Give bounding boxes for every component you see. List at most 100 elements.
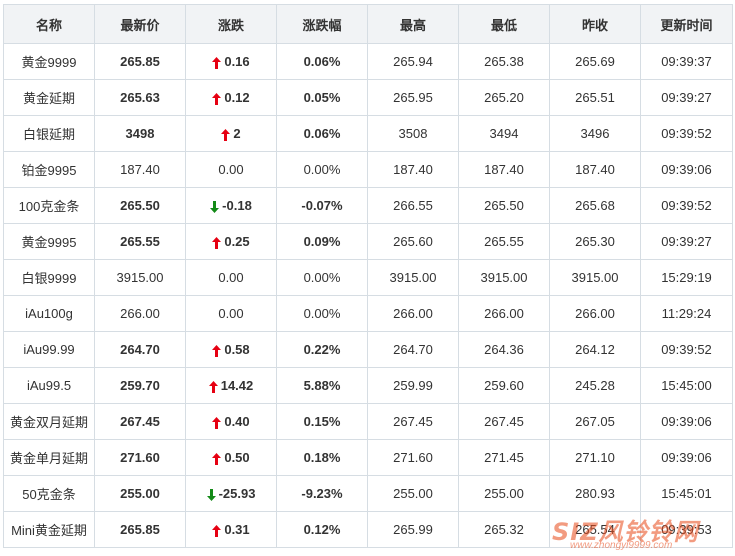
- cell-change-text: -0.18: [222, 198, 252, 213]
- cell-name-text: 黄金单月延期: [9, 451, 88, 466]
- arrow-up-icon: [221, 128, 231, 141]
- table-row[interactable]: 50克金条 255.00 -25.93 -9.23% 255.00 255.00 280.9…: [3, 475, 733, 512]
- cell-name[interactable]: 黄金双月延期: [3, 403, 95, 440]
- cell-latest-text: 3498: [125, 126, 155, 141]
- cell-prev-close: 266.00: [549, 295, 641, 332]
- cell-pct-text: 0.00%: [303, 270, 341, 285]
- cell-low: 259.60: [458, 367, 550, 404]
- table-row[interactable]: Mini黄金延期 265.85 0.31 0.12% 265.99 265.32 265.5…: [3, 511, 733, 548]
- table-row[interactable]: 黄金双月延期 267.45 0.40 0.15% 267.45 267.45 267.05 0…: [3, 403, 733, 440]
- cell-change: 0.31: [185, 511, 277, 548]
- cell-pct: 0.15%: [276, 403, 368, 440]
- table-row[interactable]: 黄金单月延期 271.60 0.50 0.18% 271.60 271.45 271.10 0…: [3, 439, 733, 476]
- cell-name[interactable]: iAu100g: [3, 295, 95, 332]
- cell-name-text: 黄金延期: [22, 91, 75, 106]
- cell-name[interactable]: 白银延期: [3, 115, 95, 152]
- table-row[interactable]: 铂金9995 187.40 0.00 0.00% 187.40 187.40 187.40 0…: [3, 151, 733, 188]
- cell-time-text: 09:39:27: [661, 90, 712, 105]
- cell-name[interactable]: 50克金条: [3, 475, 95, 512]
- cell-latest-text: 3915.00: [116, 270, 164, 285]
- cell-low: 255.00: [458, 475, 550, 512]
- cell-name[interactable]: iAu99.5: [3, 367, 95, 404]
- cell-time: 15:45:00: [640, 367, 733, 404]
- cell-high: 271.60: [367, 439, 459, 476]
- arrow-up-icon: [212, 92, 222, 105]
- cell-name-text: 黄金9995: [21, 235, 77, 250]
- cell-change-text: 0.12: [224, 90, 250, 105]
- table-row[interactable]: iAu100g 266.00 0.00 0.00% 266.00 266.00 266.00…: [3, 295, 733, 332]
- cell-pct: 0.00%: [276, 295, 368, 332]
- cell-time-text: 09:39:52: [661, 342, 712, 357]
- cell-low: 266.00: [458, 295, 550, 332]
- cell-name[interactable]: 黄金9999: [3, 43, 95, 80]
- table-row[interactable]: 100克金条 265.50 -0.18 -0.07% 266.55 265.50 265.6…: [3, 187, 733, 224]
- cell-name[interactable]: 黄金9995: [3, 223, 95, 260]
- cell-pct-text: 0.06%: [303, 54, 341, 69]
- cell-time-text: 15:45:01: [661, 486, 712, 501]
- cell-change-text: 0.16: [224, 54, 250, 69]
- cell-pct-text: -9.23%: [301, 486, 343, 501]
- cell-prev-close: 267.05: [549, 403, 641, 440]
- arrow-up-icon: [212, 524, 222, 537]
- cell-latest-text: 266.00: [120, 306, 160, 321]
- cell-prev-close: 265.69: [549, 43, 641, 80]
- cell-name-text: 白银延期: [22, 127, 75, 142]
- cell-prev-close-text: 267.05: [575, 414, 615, 429]
- cell-low-text: 259.60: [484, 378, 524, 393]
- cell-latest: 187.40: [94, 151, 186, 188]
- quotes-table: 名称 最新价 涨跌 涨跌幅 最高 最低 昨收 更新时间 黄金9999 265.85…: [3, 4, 733, 548]
- cell-change-text: 0.00: [218, 306, 244, 321]
- cell-name[interactable]: iAu99.99: [3, 331, 95, 368]
- header-low: 最低: [458, 4, 550, 44]
- header-pct: 涨跌幅: [276, 4, 368, 44]
- cell-change: 0.40: [185, 403, 277, 440]
- cell-low-text: 265.55: [484, 234, 524, 249]
- cell-name-text: 铂金9995: [21, 163, 77, 178]
- cell-prev-close-text: 271.10: [575, 450, 615, 465]
- cell-high-text: 267.45: [393, 414, 433, 429]
- table-row[interactable]: 黄金9995 265.55 0.25 0.09% 265.60 265.55 265.30 0…: [3, 223, 733, 260]
- cell-latest: 265.50: [94, 187, 186, 224]
- cell-time-text: 09:39:37: [661, 54, 712, 69]
- cell-name[interactable]: 黄金单月延期: [3, 439, 95, 476]
- cell-low-text: 265.38: [484, 54, 524, 69]
- header-row: 名称 最新价 涨跌 涨跌幅 最高 最低 昨收 更新时间: [3, 4, 733, 44]
- table-row[interactable]: iAu99.5 259.70 14.42 5.88% 259.99 259.60 245.2…: [3, 367, 733, 404]
- cell-low: 3915.00: [458, 259, 550, 296]
- cell-change: -0.18: [185, 187, 277, 224]
- cell-name[interactable]: Mini黄金延期: [3, 511, 95, 548]
- cell-time-text: 09:39:06: [661, 414, 712, 429]
- cell-name[interactable]: 白银9999: [3, 259, 95, 296]
- cell-pct-text: 0.18%: [303, 450, 341, 465]
- cell-time-text: 11:29:24: [661, 306, 712, 321]
- cell-name[interactable]: 100克金条: [3, 187, 95, 224]
- cell-time: 09:39:06: [640, 151, 733, 188]
- cell-change-text: 2: [233, 126, 241, 141]
- cell-high: 267.45: [367, 403, 459, 440]
- cell-time: 15:45:01: [640, 475, 733, 512]
- table-row[interactable]: 黄金9999 265.85 0.16 0.06% 265.94 265.38 265.69 0…: [3, 43, 733, 80]
- cell-name[interactable]: 黄金延期: [3, 79, 95, 116]
- cell-low: 271.45: [458, 439, 550, 476]
- cell-low: 265.20: [458, 79, 550, 116]
- cell-low-text: 267.45: [484, 414, 524, 429]
- cell-change: -25.93: [185, 475, 277, 512]
- cell-prev-close: 245.28: [549, 367, 641, 404]
- cell-name-text: 50克金条: [22, 487, 76, 502]
- cell-latest-text: 271.60: [120, 450, 160, 465]
- cell-change-text: 0.50: [224, 450, 250, 465]
- cell-name[interactable]: 铂金9995: [3, 151, 95, 188]
- cell-time-text: 09:39:06: [661, 162, 712, 177]
- cell-prev-close: 187.40: [549, 151, 641, 188]
- cell-name-text: iAu99.99: [23, 342, 75, 357]
- cell-latest: 271.60: [94, 439, 186, 476]
- arrow-up-icon: [212, 56, 222, 69]
- table-row[interactable]: 白银延期 3498 2 0.06% 3508 3494 3496 09:39:52: [3, 115, 733, 152]
- table-row[interactable]: 黄金延期 265.63 0.12 0.05% 265.95 265.20 265.51 09:…: [3, 79, 733, 116]
- table-row[interactable]: iAu99.99 264.70 0.58 0.22% 264.70 264.36 264.1…: [3, 331, 733, 368]
- cell-latest-text: 265.50: [120, 198, 160, 213]
- table-row[interactable]: 白银9999 3915.00 0.00 0.00% 3915.00 3915.00 3915…: [3, 259, 733, 296]
- cell-pct: 0.18%: [276, 439, 368, 476]
- cell-change: 14.42: [185, 367, 277, 404]
- arrow-up-icon: [212, 344, 222, 357]
